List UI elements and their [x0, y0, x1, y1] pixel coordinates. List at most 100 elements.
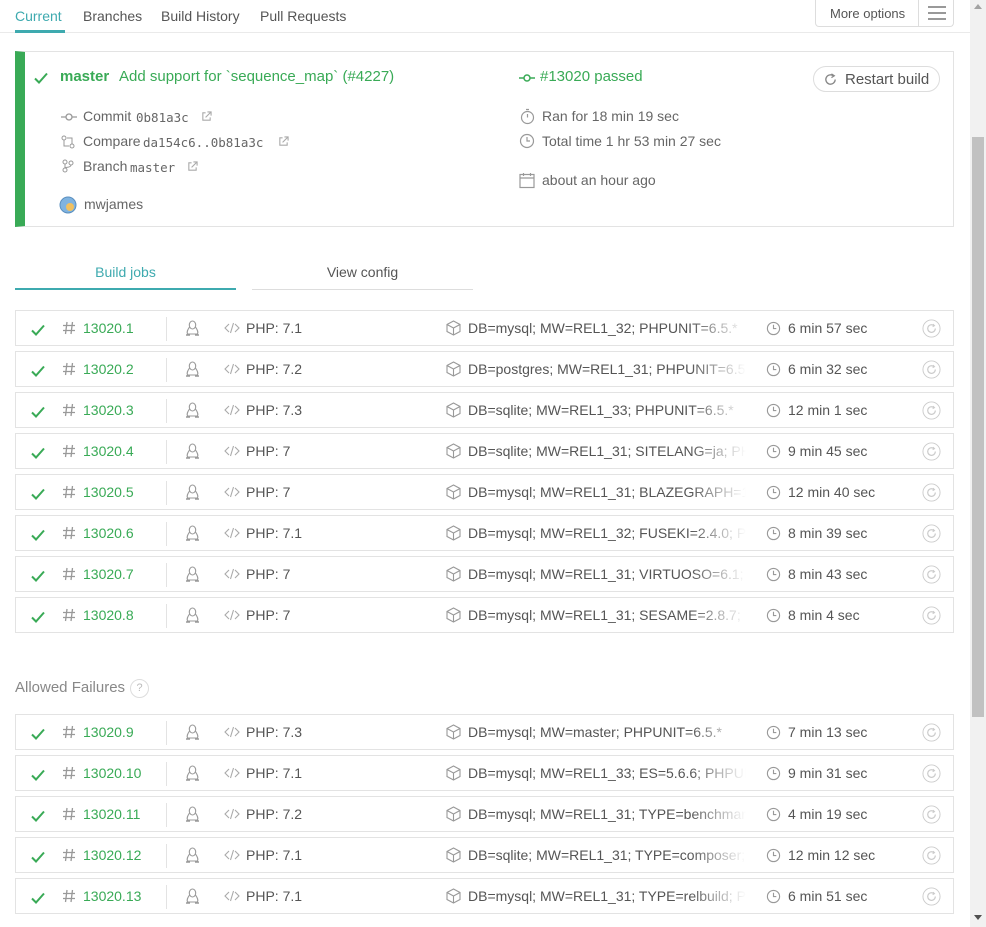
- job-number[interactable]: 13020.3: [83, 402, 134, 418]
- compare-range-link[interactable]: da154c6..0b81a3c: [143, 135, 263, 150]
- job-row[interactable]: 13020.11 PHP: 7.2 DB=mysql; MW=REL1_31; …: [15, 796, 954, 832]
- restart-job-icon[interactable]: [922, 360, 941, 379]
- linux-icon: [186, 888, 199, 904]
- clock-icon: [766, 444, 781, 459]
- linux-icon: [186, 443, 199, 459]
- job-row[interactable]: 13020.1 PHP: 7.1 DB=mysql; MW=REL1_32; P…: [15, 310, 954, 346]
- package-icon: [446, 724, 461, 740]
- job-number[interactable]: 13020.13: [83, 888, 141, 904]
- job-language: PHP: 7: [246, 443, 291, 459]
- restart-job-icon[interactable]: [922, 565, 941, 584]
- job-number[interactable]: 13020.12: [83, 847, 141, 863]
- job-row[interactable]: 13020.4 PHP: 7 DB=sqlite; MW=REL1_31; SI…: [15, 433, 954, 469]
- job-row[interactable]: 13020.8 PHP: 7 DB=mysql; MW=REL1_31; SES…: [15, 597, 954, 633]
- job-number[interactable]: 13020.7: [83, 566, 134, 582]
- job-row[interactable]: 13020.12 PHP: 7.1 DB=sqlite; MW=REL1_31;…: [15, 837, 954, 873]
- commit-hash-link[interactable]: 0b81a3c: [136, 110, 189, 125]
- restart-job-icon[interactable]: [922, 524, 941, 543]
- scroll-down-arrow[interactable]: [974, 915, 982, 920]
- build-commit-message[interactable]: Add support for `sequence_map` (#4227): [119, 68, 394, 85]
- restart-job-icon[interactable]: [922, 606, 941, 625]
- job-row[interactable]: 13020.13 PHP: 7.1 DB=mysql; MW=REL1_31; …: [15, 878, 954, 914]
- tab-build-jobs[interactable]: Build jobs: [15, 257, 236, 290]
- restart-job-icon[interactable]: [922, 442, 941, 461]
- avatar: [59, 196, 77, 214]
- tab-pull-requests[interactable]: Pull Requests: [260, 8, 346, 24]
- hash-icon: [63, 362, 75, 376]
- help-icon[interactable]: ?: [130, 679, 149, 698]
- branch-name-link[interactable]: master: [130, 160, 175, 175]
- job-row[interactable]: 13020.6 PHP: 7.1 DB=mysql; MW=REL1_32; F…: [15, 515, 954, 551]
- job-number[interactable]: 13020.9: [83, 724, 134, 740]
- job-number[interactable]: 13020.6: [83, 525, 134, 541]
- job-number[interactable]: 13020.4: [83, 443, 134, 459]
- job-env: DB=mysql; MW=REL1_33; ES=5.6.6; PHPUNIT: [468, 765, 746, 781]
- restart-job-icon[interactable]: [922, 319, 941, 338]
- tab-branches[interactable]: Branches: [83, 8, 142, 24]
- job-number[interactable]: 13020.2: [83, 361, 134, 377]
- allowed-failures-heading: Allowed Failures: [15, 679, 126, 696]
- row-divider: [166, 721, 167, 745]
- restart-job-icon[interactable]: [922, 887, 941, 906]
- job-number[interactable]: 13020.8: [83, 607, 134, 623]
- restart-job-icon[interactable]: [922, 483, 941, 502]
- ran-for: Ran for 18 min 19 sec: [542, 108, 679, 124]
- job-number[interactable]: 13020.1: [83, 320, 134, 336]
- job-row[interactable]: 13020.3 PHP: 7.3 DB=sqlite; MW=REL1_33; …: [15, 392, 954, 428]
- tab-current[interactable]: Current: [15, 8, 62, 24]
- page-scrollbar[interactable]: [970, 0, 986, 927]
- external-link-icon[interactable]: [278, 136, 289, 147]
- external-link-icon[interactable]: [187, 161, 198, 172]
- linux-icon: [186, 806, 199, 822]
- scrollbar-thumb[interactable]: [972, 137, 984, 717]
- job-number[interactable]: 13020.11: [83, 806, 140, 822]
- package-icon: [446, 888, 461, 904]
- restart-job-icon[interactable]: [922, 846, 941, 865]
- job-env: DB=sqlite; MW=REL1_31; TYPE=composer; P: [468, 847, 746, 863]
- restart-job-icon[interactable]: [922, 723, 941, 742]
- job-env: DB=mysql; MW=REL1_32; FUSEKI=2.4.0; PHP: [468, 525, 746, 541]
- passed-check-icon: [31, 892, 45, 904]
- code-icon: [224, 486, 240, 498]
- job-duration: 8 min 39 sec: [788, 525, 868, 541]
- job-number[interactable]: 13020.5: [83, 484, 134, 500]
- external-link-icon[interactable]: [201, 111, 212, 122]
- hamburger-icon[interactable]: [928, 6, 946, 20]
- hash-icon: [63, 608, 75, 622]
- job-duration: 12 min 1 sec: [788, 402, 868, 418]
- more-options-button[interactable]: More options: [815, 0, 954, 27]
- hash-icon: [63, 725, 75, 739]
- job-row[interactable]: 13020.7 PHP: 7 DB=mysql; MW=REL1_31; VIR…: [15, 556, 954, 592]
- restart-job-icon[interactable]: [922, 401, 941, 420]
- job-language: PHP: 7.1: [246, 525, 303, 541]
- restart-job-icon[interactable]: [922, 764, 941, 783]
- job-number[interactable]: 13020.10: [83, 765, 141, 781]
- job-row[interactable]: 13020.9 PHP: 7.3 DB=mysql; MW=master; PH…: [15, 714, 954, 750]
- linux-icon: [186, 361, 199, 377]
- scroll-up-arrow[interactable]: [974, 4, 982, 9]
- passed-check-icon: [31, 324, 45, 336]
- job-env: DB=sqlite; MW=REL1_33; PHPUNIT=6.5.*: [468, 402, 734, 418]
- restart-job-icon[interactable]: [922, 805, 941, 824]
- job-row[interactable]: 13020.10 PHP: 7.1 DB=mysql; MW=REL1_33; …: [15, 755, 954, 791]
- job-row[interactable]: 13020.2 PHP: 7.2 DB=postgres; MW=REL1_31…: [15, 351, 954, 387]
- job-row[interactable]: 13020.5 PHP: 7 DB=mysql; MW=REL1_31; BLA…: [15, 474, 954, 510]
- passed-check-icon: [31, 365, 45, 377]
- build-branch[interactable]: master: [60, 68, 109, 85]
- restart-build-button[interactable]: Restart build: [813, 66, 940, 92]
- commit-label: Commit: [83, 108, 132, 124]
- job-language: PHP: 7: [246, 484, 291, 500]
- branch-label: Branch: [83, 158, 128, 174]
- tab-build-history[interactable]: Build History: [161, 8, 240, 24]
- job-language: PHP: 7.3: [246, 724, 303, 740]
- passed-check-icon: [31, 570, 45, 582]
- hash-icon: [63, 321, 75, 335]
- linux-icon: [186, 847, 199, 863]
- code-icon: [224, 808, 240, 820]
- passed-check-icon: [31, 769, 45, 781]
- build-status[interactable]: #13020 passed: [540, 68, 643, 85]
- build-author[interactable]: mwjames: [84, 196, 143, 212]
- job-language: PHP: 7.2: [246, 806, 303, 822]
- tab-view-config[interactable]: View config: [252, 257, 473, 290]
- code-icon: [224, 890, 240, 902]
